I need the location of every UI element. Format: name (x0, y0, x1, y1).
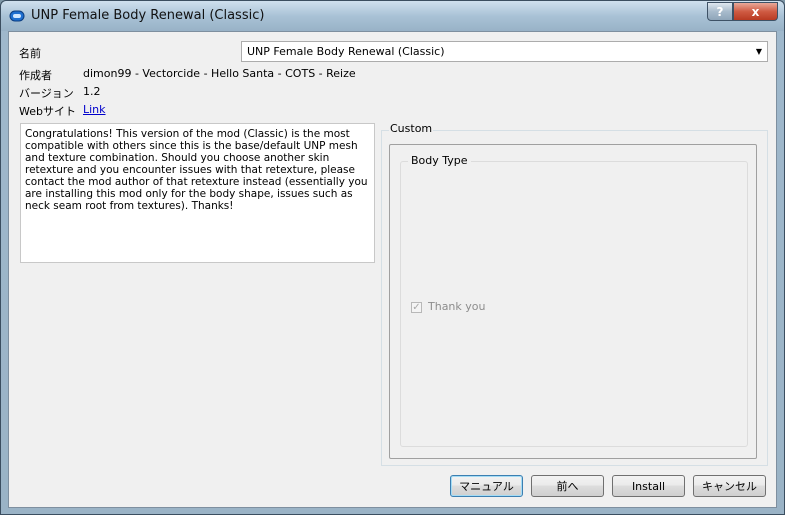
thank-you-checkbox[interactable]: ✓ (411, 302, 422, 313)
help-button[interactable]: ? (707, 2, 733, 21)
back-button[interactable]: 前へ (531, 475, 604, 497)
manual-button[interactable]: マニュアル (450, 475, 523, 497)
check-icon: ✓ (412, 301, 421, 313)
website-label: Webサイト (19, 105, 76, 118)
window-title: UNP Female Body Renewal (Classic) (31, 8, 265, 23)
installer-window: UNP Female Body Renewal (Classic) ? x 名前… (0, 0, 785, 515)
description-text: Congratulations! This version of the mod… (20, 123, 375, 263)
close-button[interactable]: x (733, 2, 778, 21)
body-type-label: Body Type (408, 154, 471, 167)
author-value: dimon99 - Vectorcide - Hello Santa - COT… (83, 67, 356, 80)
name-label: 名前 (19, 47, 41, 60)
help-icon: ? (716, 4, 724, 19)
install-button[interactable]: Install (612, 475, 685, 497)
cancel-button[interactable]: キャンセル (693, 475, 766, 497)
installer-client-area: 名前 UNP Female Body Renewal (Classic) ▼ 作… (8, 31, 777, 508)
name-dropdown[interactable]: UNP Female Body Renewal (Classic) ▼ (241, 41, 768, 62)
title-bar[interactable]: UNP Female Body Renewal (Classic) ? x (1, 1, 784, 31)
custom-group-label: Custom (389, 122, 434, 135)
chevron-down-icon: ▼ (755, 47, 763, 56)
website-link[interactable]: Link (83, 103, 106, 116)
version-label: バージョン (19, 87, 74, 100)
close-icon: x (751, 4, 760, 19)
thank-you-label: Thank you (428, 300, 486, 313)
author-label: 作成者 (19, 69, 52, 82)
version-value: 1.2 (83, 85, 101, 98)
name-dropdown-value: UNP Female Body Renewal (Classic) (247, 45, 445, 58)
app-icon (9, 10, 25, 22)
